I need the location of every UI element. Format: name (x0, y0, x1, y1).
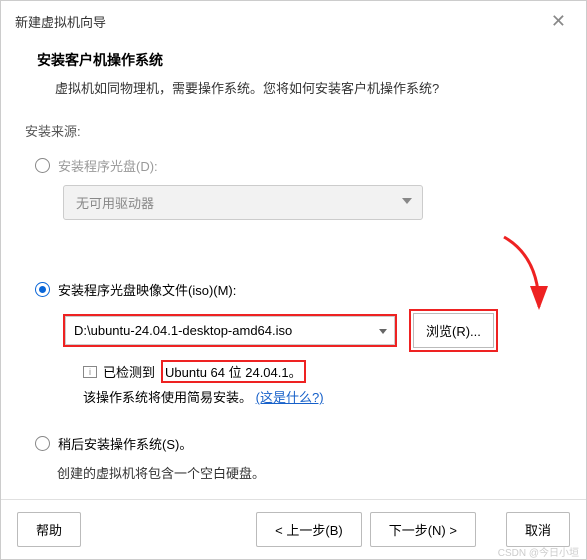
radio-disc-row[interactable]: 安装程序光盘(D): (35, 156, 562, 175)
watermark: CSDN @今日小垣 (498, 544, 579, 559)
dialog-title: 新建虚拟机向导 (15, 12, 106, 31)
easy-install-text: 该操作系统将使用简易安装。 (83, 390, 252, 405)
close-icon[interactable]: ✕ (545, 11, 572, 32)
cancel-button[interactable]: 取消 (506, 512, 570, 547)
iso-path-input[interactable] (65, 316, 395, 345)
radio-iso-label: 安装程序光盘映像文件(iso)(M): (58, 280, 236, 299)
header: 安装客户机操作系统 虚拟机如同物理机，需要操作系统。您将如何安装客户机操作系统? (1, 42, 586, 111)
radio-iso[interactable] (35, 282, 50, 297)
body: 安装来源: 安装程序光盘(D): 无可用驱动器 安装程序光盘映像文件(iso)(… (1, 111, 586, 499)
radio-later-row[interactable]: 稍后安装操作系统(S)。 (35, 434, 562, 453)
detected-row: i 已检测到 Ubuntu 64 位 24.04.1。 (83, 360, 562, 383)
source-label: 安装来源: (25, 121, 562, 140)
help-button[interactable]: 帮助 (17, 512, 81, 547)
later-note: 创建的虚拟机将包含一个空白硬盘。 (57, 463, 562, 482)
radio-disc-label: 安装程序光盘(D): (58, 156, 158, 175)
radio-later-label: 稍后安装操作系统(S)。 (58, 434, 192, 453)
detected-prefix: 已检测到 (103, 362, 155, 381)
disc-dropdown[interactable]: 无可用驱动器 (63, 185, 423, 220)
radio-later[interactable] (35, 436, 50, 451)
detected-os: Ubuntu 64 位 24.04.1。 (161, 360, 306, 383)
titlebar: 新建虚拟机向导 ✕ (1, 1, 586, 42)
back-button[interactable]: < 上一步(B) (256, 512, 362, 547)
header-subtitle: 虚拟机如同物理机，需要操作系统。您将如何安装客户机操作系统? (37, 78, 550, 97)
easy-install-row: 该操作系统将使用简易安装。 (这是什么?) (83, 387, 562, 406)
next-button[interactable]: 下一步(N) > (370, 512, 476, 547)
what-is-link[interactable]: (这是什么?) (256, 390, 324, 405)
annotation-arrow (444, 232, 564, 322)
info-icon: i (83, 366, 97, 378)
radio-disc[interactable] (35, 158, 50, 173)
wizard-dialog: 新建虚拟机向导 ✕ 安装客户机操作系统 虚拟机如同物理机，需要操作系统。您将如何… (0, 0, 587, 560)
header-title: 安装客户机操作系统 (37, 50, 550, 70)
